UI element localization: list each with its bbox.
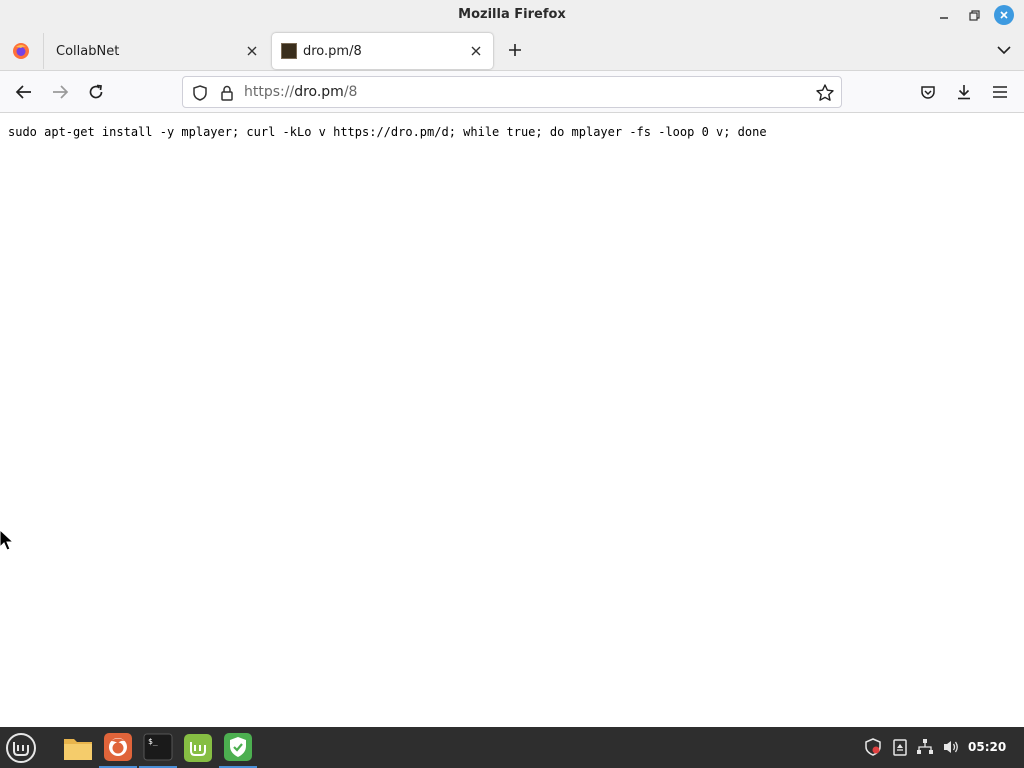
- arrow-right-icon: [53, 85, 69, 99]
- shield-icon: [865, 738, 881, 756]
- close-window-button[interactable]: [994, 5, 1014, 25]
- tab-label: dro.pm/8: [303, 43, 362, 59]
- firefox-view-button[interactable]: [0, 33, 42, 69]
- navigation-toolbar: https://dro.pm/8: [0, 71, 1024, 113]
- window-title: Mozilla Firefox: [458, 7, 566, 22]
- new-tab-button[interactable]: [503, 38, 527, 62]
- downloads-button[interactable]: [950, 79, 978, 105]
- url-host: dro.pm: [294, 84, 344, 100]
- forward-button[interactable]: [46, 79, 74, 105]
- chevron-down-icon: [997, 46, 1011, 55]
- url-bar[interactable]: https://dro.pm/8: [182, 76, 842, 108]
- back-button[interactable]: [10, 79, 38, 105]
- volume-icon: [944, 741, 958, 753]
- firefox-icon: [104, 732, 132, 761]
- taskbar-shield-app-button[interactable]: [219, 727, 257, 768]
- close-tab-button[interactable]: [243, 42, 261, 60]
- hamburger-menu-icon: [993, 86, 1007, 98]
- tracking-protection-shield-icon[interactable]: [191, 84, 209, 102]
- mint-logo-icon: [184, 733, 212, 762]
- taskbar-files-button[interactable]: [59, 727, 97, 768]
- clock[interactable]: 05:20: [968, 740, 1006, 754]
- taskbar: $_ 05:20: [0, 727, 1024, 768]
- tray-update-button[interactable]: [891, 738, 909, 756]
- tab-strip: CollabNet dro.pm/8: [0, 30, 1024, 71]
- terminal-icon: $_: [143, 733, 173, 760]
- network-icon: [917, 739, 933, 754]
- window-titlebar: Mozilla Firefox: [0, 0, 1024, 30]
- reload-icon: [89, 84, 103, 99]
- url-path: /8: [343, 84, 358, 100]
- close-tab-button[interactable]: [467, 42, 485, 60]
- clipboard-icon: [893, 739, 907, 756]
- list-all-tabs-button[interactable]: [993, 39, 1015, 61]
- tab-label: CollabNet: [56, 43, 120, 59]
- minimize-button[interactable]: [934, 5, 954, 25]
- pocket-icon: [921, 86, 935, 99]
- start-menu-button[interactable]: [2, 727, 40, 768]
- close-icon: [247, 46, 257, 56]
- tray-network-button[interactable]: [916, 738, 934, 756]
- download-icon: [958, 85, 970, 100]
- close-icon: [471, 46, 481, 56]
- taskbar-mint-app-button[interactable]: [179, 727, 217, 768]
- svg-text:$_: $_: [148, 737, 158, 746]
- url-scheme: https://: [244, 84, 295, 100]
- folder-icon: [64, 738, 92, 760]
- restore-icon: [968, 9, 980, 21]
- taskbar-terminal-button[interactable]: $_: [139, 727, 177, 768]
- site-favicon-icon: [281, 43, 297, 59]
- taskbar-firefox-button[interactable]: [99, 727, 137, 768]
- mouse-pointer-icon: [0, 530, 15, 551]
- tray-security-button[interactable]: [864, 738, 882, 756]
- url-text[interactable]: https://dro.pm/8: [244, 84, 357, 100]
- maximize-button[interactable]: [964, 5, 984, 25]
- arrow-left-icon: [15, 85, 31, 99]
- reload-button[interactable]: [82, 79, 110, 105]
- tab-dro-pm[interactable]: dro.pm/8: [272, 33, 493, 69]
- tab-collabnet[interactable]: CollabNet: [43, 33, 269, 69]
- app-menu-button[interactable]: [986, 79, 1014, 105]
- page-content: sudo apt-get install -y mplayer; curl -k…: [0, 114, 1024, 727]
- tray-volume-button[interactable]: [942, 738, 960, 756]
- minimize-icon: [940, 17, 948, 19]
- pocket-button[interactable]: [914, 79, 942, 105]
- lock-icon[interactable]: [218, 84, 236, 102]
- mint-menu-icon: [6, 732, 36, 763]
- bookmark-star-icon[interactable]: [815, 83, 835, 103]
- shield-check-icon: [224, 732, 252, 761]
- plus-icon: [509, 44, 521, 56]
- firefox-icon: [13, 43, 29, 59]
- page-plain-text: sudo apt-get install -y mplayer; curl -k…: [8, 125, 767, 139]
- close-icon: [1000, 11, 1008, 19]
